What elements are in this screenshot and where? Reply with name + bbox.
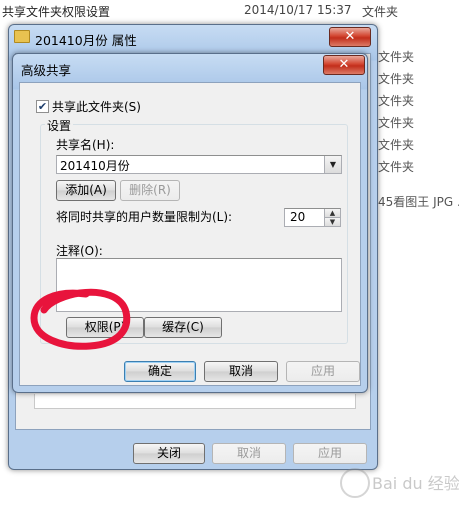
close-button[interactable]: 关闭	[133, 443, 205, 464]
add-button[interactable]: 添加(A)	[56, 180, 116, 201]
share-folder-label: 共享此文件夹(S)	[52, 100, 141, 114]
watermark: Bai du 经验	[340, 462, 459, 502]
cancel-button[interactable]: 取消	[204, 361, 278, 382]
file-type: 文件夹	[378, 72, 415, 86]
window-title: 201410月份 属性	[35, 33, 137, 48]
watermark-text: Bai du 经验	[372, 474, 459, 493]
user-limit-stepper[interactable]: 20 ▲ ▼	[284, 208, 341, 227]
share-name-label: 共享名(H):	[56, 138, 115, 152]
close-icon[interactable]: ✕	[323, 55, 365, 75]
share-name-value: 201410月份	[60, 159, 130, 173]
comment-label: 注释(O):	[56, 244, 103, 258]
cancel-button[interactable]: 取消	[212, 443, 286, 464]
folder-icon	[14, 30, 30, 43]
share-name-select[interactable]: 201410月份 ▼	[56, 155, 342, 174]
file-date: 2014/10/17 15:37	[244, 3, 352, 17]
user-limit-label: 将同时共享的用户数量限制为(L):	[56, 210, 233, 224]
file-type: 文件夹	[378, 116, 415, 130]
remove-button[interactable]: 删除(R)	[120, 180, 180, 201]
apply-button[interactable]: 应用	[286, 361, 360, 382]
file-type: 文件夹	[378, 50, 415, 64]
red-circle-annotation	[30, 288, 131, 350]
file-name: 共享文件夹权限设置	[2, 5, 111, 19]
file-type: 45看图王 JPG .	[378, 195, 459, 209]
properties-panel	[34, 394, 356, 409]
dialog-title: 高级共享	[21, 63, 72, 78]
chevron-down-icon[interactable]: ▼	[324, 156, 341, 173]
close-icon[interactable]: ✕	[329, 27, 371, 47]
file-type: 文件夹	[378, 138, 415, 152]
spin-up-icon[interactable]: ▲	[324, 209, 340, 218]
annotation-stroke	[30, 288, 131, 350]
spin-down-icon[interactable]: ▼	[324, 218, 340, 226]
caching-button[interactable]: 缓存(C)	[144, 317, 222, 338]
paw-icon	[340, 468, 370, 498]
ok-button[interactable]: 确定	[124, 361, 196, 382]
user-limit-value: 20	[290, 210, 306, 224]
settings-group-label: 设置	[45, 117, 74, 134]
file-type: 文件夹	[378, 160, 415, 174]
share-folder-checkbox[interactable]: ✔	[36, 100, 49, 113]
file-type: 文件夹	[378, 94, 415, 108]
file-type: 文件夹	[362, 5, 399, 19]
apply-button[interactable]: 应用	[293, 443, 367, 464]
list-item[interactable]: 共享文件夹权限设置 2014/10/17 15:37 文件夹	[0, 0, 459, 22]
